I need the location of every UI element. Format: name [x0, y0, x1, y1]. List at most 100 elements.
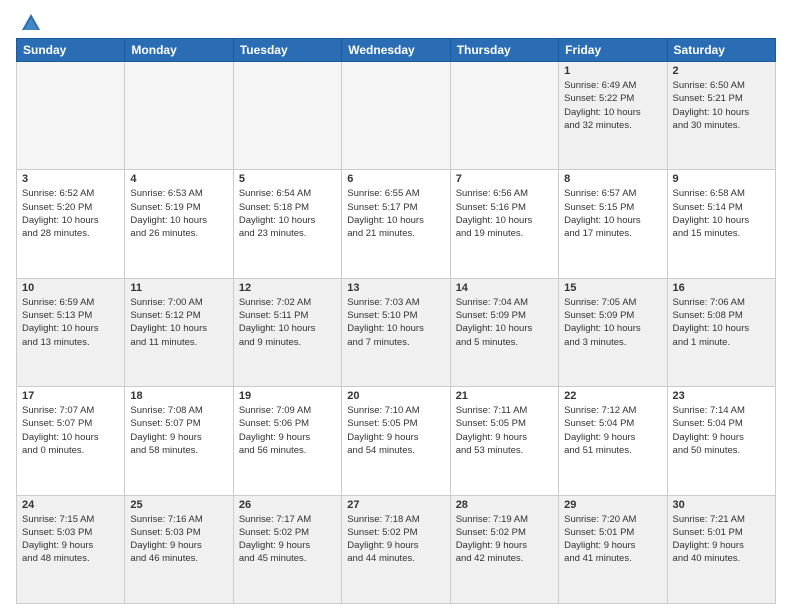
- calendar-day-cell: 1 Sunrise: 6:49 AM Sunset: 5:22 PM Daylig…: [559, 62, 667, 170]
- day-number: 6: [347, 173, 444, 185]
- day-info: Sunrise: 7:00 AM Sunset: 5:12 PM Dayligh…: [130, 296, 227, 349]
- day-info: Sunrise: 7:16 AM Sunset: 5:03 PM Dayligh…: [130, 513, 227, 566]
- calendar-header-row: SundayMondayTuesdayWednesdayThursdayFrid…: [17, 39, 776, 62]
- day-info: Sunrise: 7:11 AM Sunset: 5:05 PM Dayligh…: [456, 404, 553, 457]
- calendar-day-cell: 7 Sunrise: 6:56 AM Sunset: 5:16 PM Daylig…: [450, 170, 558, 278]
- calendar-day-cell: 22 Sunrise: 7:12 AM Sunset: 5:04 PM Dayli…: [559, 387, 667, 495]
- day-number: 9: [673, 173, 770, 185]
- weekday-header: Sunday: [17, 39, 125, 62]
- day-number: 18: [130, 390, 227, 402]
- day-info: Sunrise: 7:21 AM Sunset: 5:01 PM Dayligh…: [673, 513, 770, 566]
- calendar-day-cell: 19 Sunrise: 7:09 AM Sunset: 5:06 PM Dayli…: [233, 387, 341, 495]
- day-number: 11: [130, 282, 227, 294]
- day-info: Sunrise: 7:18 AM Sunset: 5:02 PM Dayligh…: [347, 513, 444, 566]
- day-info: Sunrise: 6:49 AM Sunset: 5:22 PM Dayligh…: [564, 79, 661, 132]
- day-number: 7: [456, 173, 553, 185]
- weekday-header: Tuesday: [233, 39, 341, 62]
- day-number: 21: [456, 390, 553, 402]
- calendar-day-cell: 26 Sunrise: 7:17 AM Sunset: 5:02 PM Dayli…: [233, 495, 341, 603]
- calendar-day-cell: [17, 62, 125, 170]
- calendar-day-cell: 16 Sunrise: 7:06 AM Sunset: 5:08 PM Dayli…: [667, 278, 775, 386]
- day-info: Sunrise: 7:02 AM Sunset: 5:11 PM Dayligh…: [239, 296, 336, 349]
- calendar-week-row: 1 Sunrise: 6:49 AM Sunset: 5:22 PM Daylig…: [17, 62, 776, 170]
- calendar-day-cell: 13 Sunrise: 7:03 AM Sunset: 5:10 PM Dayli…: [342, 278, 450, 386]
- calendar-day-cell: 27 Sunrise: 7:18 AM Sunset: 5:02 PM Dayli…: [342, 495, 450, 603]
- day-number: 26: [239, 499, 336, 511]
- day-number: 27: [347, 499, 444, 511]
- day-info: Sunrise: 6:54 AM Sunset: 5:18 PM Dayligh…: [239, 187, 336, 240]
- calendar-day-cell: 23Sunrise: 7:14 AM Sunset: 5:04 PM Dayli…: [667, 387, 775, 495]
- day-info: Sunrise: 7:09 AM Sunset: 5:06 PM Dayligh…: [239, 404, 336, 457]
- day-number: 24: [22, 499, 119, 511]
- calendar-day-cell: 3Sunrise: 6:52 AM Sunset: 5:20 PM Daylig…: [17, 170, 125, 278]
- calendar-day-cell: [450, 62, 558, 170]
- day-info: Sunrise: 7:07 AM Sunset: 5:07 PM Dayligh…: [22, 404, 119, 457]
- day-info: Sunrise: 7:15 AM Sunset: 5:03 PM Dayligh…: [22, 513, 119, 566]
- calendar-week-row: 3Sunrise: 6:52 AM Sunset: 5:20 PM Daylig…: [17, 170, 776, 278]
- day-info: Sunrise: 7:10 AM Sunset: 5:05 PM Dayligh…: [347, 404, 444, 457]
- calendar-day-cell: [233, 62, 341, 170]
- day-info: Sunrise: 7:20 AM Sunset: 5:01 PM Dayligh…: [564, 513, 661, 566]
- calendar-day-cell: 8Sunrise: 6:57 AM Sunset: 5:15 PM Daylig…: [559, 170, 667, 278]
- calendar-week-row: 24 Sunrise: 7:15 AM Sunset: 5:03 PM Dayli…: [17, 495, 776, 603]
- day-number: 19: [239, 390, 336, 402]
- day-info: Sunrise: 6:58 AM Sunset: 5:14 PM Dayligh…: [673, 187, 770, 240]
- calendar-day-cell: 18Sunrise: 7:08 AM Sunset: 5:07 PM Dayli…: [125, 387, 233, 495]
- day-number: 20: [347, 390, 444, 402]
- calendar-week-row: 17 Sunrise: 7:07 AM Sunset: 5:07 PM Dayli…: [17, 387, 776, 495]
- logo-icon: [20, 12, 42, 34]
- calendar-day-cell: [342, 62, 450, 170]
- day-info: Sunrise: 7:04 AM Sunset: 5:09 PM Dayligh…: [456, 296, 553, 349]
- calendar-day-cell: 15 Sunrise: 7:05 AM Sunset: 5:09 PM Dayli…: [559, 278, 667, 386]
- calendar-day-cell: 28 Sunrise: 7:19 AM Sunset: 5:02 PM Dayli…: [450, 495, 558, 603]
- calendar-day-cell: 4 Sunrise: 6:53 AM Sunset: 5:19 PM Daylig…: [125, 170, 233, 278]
- day-info: Sunrise: 7:17 AM Sunset: 5:02 PM Dayligh…: [239, 513, 336, 566]
- day-number: 17: [22, 390, 119, 402]
- day-info: Sunrise: 7:05 AM Sunset: 5:09 PM Dayligh…: [564, 296, 661, 349]
- calendar-week-row: 10 Sunrise: 6:59 AM Sunset: 5:13 PM Dayli…: [17, 278, 776, 386]
- day-number: 25: [130, 499, 227, 511]
- day-info: Sunrise: 6:53 AM Sunset: 5:19 PM Dayligh…: [130, 187, 227, 240]
- day-info: Sunrise: 7:12 AM Sunset: 5:04 PM Dayligh…: [564, 404, 661, 457]
- day-number: 13: [347, 282, 444, 294]
- logo: [16, 12, 42, 30]
- day-number: 5: [239, 173, 336, 185]
- calendar-day-cell: 29Sunrise: 7:20 AM Sunset: 5:01 PM Dayli…: [559, 495, 667, 603]
- calendar-day-cell: 17 Sunrise: 7:07 AM Sunset: 5:07 PM Dayli…: [17, 387, 125, 495]
- calendar-day-cell: 10 Sunrise: 6:59 AM Sunset: 5:13 PM Dayli…: [17, 278, 125, 386]
- day-info: Sunrise: 6:59 AM Sunset: 5:13 PM Dayligh…: [22, 296, 119, 349]
- calendar-table: SundayMondayTuesdayWednesdayThursdayFrid…: [16, 38, 776, 604]
- calendar-day-cell: 25 Sunrise: 7:16 AM Sunset: 5:03 PM Dayli…: [125, 495, 233, 603]
- calendar-day-cell: 21 Sunrise: 7:11 AM Sunset: 5:05 PM Dayli…: [450, 387, 558, 495]
- day-number: 15: [564, 282, 661, 294]
- calendar-day-cell: 5 Sunrise: 6:54 AM Sunset: 5:18 PM Daylig…: [233, 170, 341, 278]
- day-info: Sunrise: 6:52 AM Sunset: 5:20 PM Dayligh…: [22, 187, 119, 240]
- calendar-day-cell: [125, 62, 233, 170]
- day-number: 22: [564, 390, 661, 402]
- calendar-day-cell: 9 Sunrise: 6:58 AM Sunset: 5:14 PM Daylig…: [667, 170, 775, 278]
- day-number: 30: [673, 499, 770, 511]
- day-number: 23: [673, 390, 770, 402]
- day-info: Sunrise: 6:56 AM Sunset: 5:16 PM Dayligh…: [456, 187, 553, 240]
- header: [16, 12, 776, 30]
- day-info: Sunrise: 6:50 AM Sunset: 5:21 PM Dayligh…: [673, 79, 770, 132]
- day-number: 4: [130, 173, 227, 185]
- calendar-day-cell: 6Sunrise: 6:55 AM Sunset: 5:17 PM Daylig…: [342, 170, 450, 278]
- calendar-day-cell: 2 Sunrise: 6:50 AM Sunset: 5:21 PM Daylig…: [667, 62, 775, 170]
- day-number: 16: [673, 282, 770, 294]
- day-info: Sunrise: 7:06 AM Sunset: 5:08 PM Dayligh…: [673, 296, 770, 349]
- day-number: 2: [673, 65, 770, 77]
- day-number: 8: [564, 173, 661, 185]
- calendar-day-cell: 30 Sunrise: 7:21 AM Sunset: 5:01 PM Dayli…: [667, 495, 775, 603]
- calendar-day-cell: 12Sunrise: 7:02 AM Sunset: 5:11 PM Dayli…: [233, 278, 341, 386]
- day-number: 10: [22, 282, 119, 294]
- day-info: Sunrise: 7:19 AM Sunset: 5:02 PM Dayligh…: [456, 513, 553, 566]
- calendar-day-cell: 11 Sunrise: 7:00 AM Sunset: 5:12 PM Dayli…: [125, 278, 233, 386]
- calendar-day-cell: 14Sunrise: 7:04 AM Sunset: 5:09 PM Dayli…: [450, 278, 558, 386]
- calendar-day-cell: 20 Sunrise: 7:10 AM Sunset: 5:05 PM Dayli…: [342, 387, 450, 495]
- day-number: 28: [456, 499, 553, 511]
- day-info: Sunrise: 7:03 AM Sunset: 5:10 PM Dayligh…: [347, 296, 444, 349]
- weekday-header: Thursday: [450, 39, 558, 62]
- weekday-header: Wednesday: [342, 39, 450, 62]
- day-number: 1: [564, 65, 661, 77]
